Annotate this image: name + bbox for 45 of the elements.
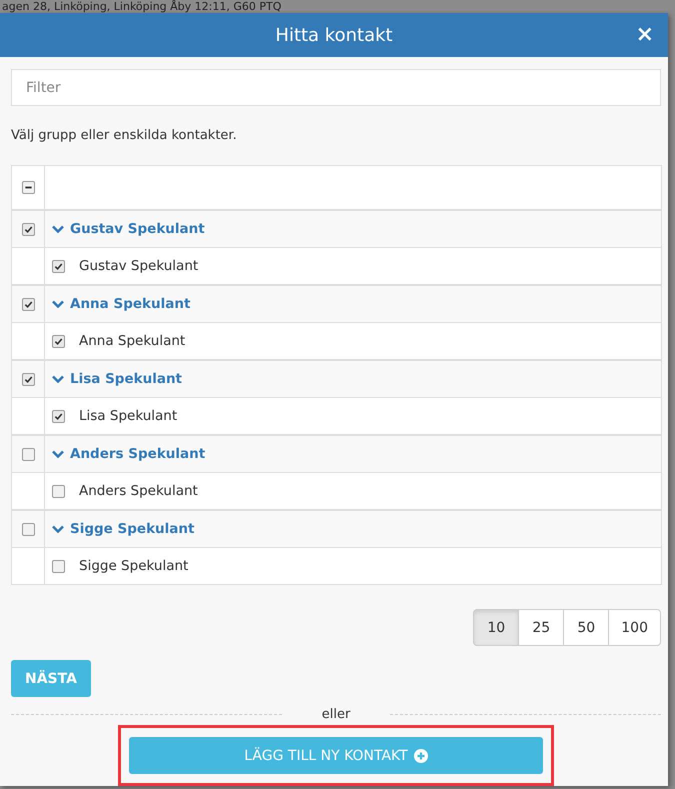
contact-name: Anders Spekulant xyxy=(79,483,198,499)
chevron-down-icon xyxy=(52,525,64,533)
plus-circle-icon xyxy=(414,748,428,762)
checkmark-icon xyxy=(54,412,63,420)
select-all-checkbox[interactable] xyxy=(22,181,34,194)
instruction-text: Välj grupp eller enskilda kontakter. xyxy=(11,128,238,143)
chevron-down-icon xyxy=(52,300,64,308)
group-toggle[interactable]: Lisa Spekulant xyxy=(52,371,182,387)
checkbox[interactable] xyxy=(22,298,34,310)
background-text: agen 28, Linköping, Linköping Åby 12:11, G60 PTQ xyxy=(1,0,282,13)
group-toggle[interactable]: Anders Spekulant xyxy=(52,446,206,462)
group-toggle[interactable]: Gustav Spekulant xyxy=(52,221,205,237)
checkbox[interactable] xyxy=(52,260,65,272)
add-contact-button[interactable]: LÄGG TILL NY KONTAKT xyxy=(129,737,543,774)
contact-name: Anna Spekulant xyxy=(79,333,186,349)
checkbox[interactable] xyxy=(52,334,65,348)
checkbox[interactable] xyxy=(22,222,34,236)
checkbox[interactable] xyxy=(52,484,65,498)
checkmark-icon xyxy=(54,336,63,346)
filter-field[interactable]: Filter xyxy=(11,69,661,106)
checkbox[interactable] xyxy=(22,372,34,386)
checkmark-icon xyxy=(24,300,32,308)
chevron-down-icon xyxy=(52,375,64,383)
dialog-title: Hitta kontakt xyxy=(275,24,393,46)
group-toggle[interactable]: Anna Spekulant xyxy=(52,296,190,312)
checkmark-icon xyxy=(24,224,32,234)
page-size-button[interactable]: 100 xyxy=(608,609,661,646)
checkbox[interactable] xyxy=(52,410,65,422)
page-size-button[interactable]: 25 xyxy=(518,609,564,646)
contact-name: Lisa Spekulant xyxy=(79,408,178,424)
checkbox[interactable] xyxy=(22,448,34,460)
checkbox[interactable] xyxy=(52,560,65,572)
next-button[interactable]: NÄSTA xyxy=(11,660,91,697)
contact-name: Sigge Spekulant xyxy=(79,558,188,574)
chevron-down-icon xyxy=(52,450,64,458)
checkmark-icon xyxy=(24,374,32,384)
separator-text: eller xyxy=(320,707,352,722)
group-toggle[interactable]: Sigge Spekulant xyxy=(52,521,194,537)
page-size-button[interactable]: 10 xyxy=(473,609,520,646)
checkmark-icon xyxy=(54,262,63,270)
close-button[interactable]: × xyxy=(632,22,658,47)
page-size-button[interactable]: 50 xyxy=(563,609,610,646)
chevron-down-icon xyxy=(52,225,64,233)
contact-name: Gustav Spekulant xyxy=(79,258,198,274)
checkbox[interactable] xyxy=(22,522,34,536)
